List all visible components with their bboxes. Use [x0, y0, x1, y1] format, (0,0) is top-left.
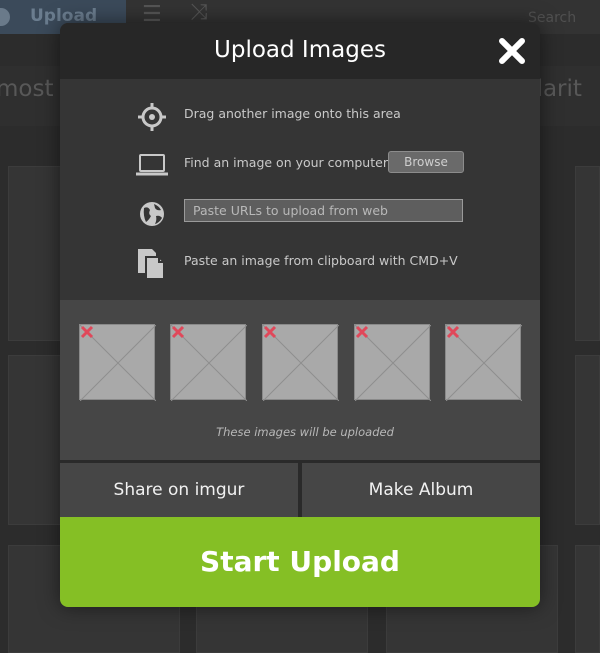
start-upload-button[interactable]: Start Upload — [60, 517, 540, 607]
image-thumbnail[interactable] — [79, 324, 156, 401]
remove-image-icon[interactable] — [446, 325, 460, 339]
remove-image-icon[interactable] — [80, 325, 94, 339]
shuffle-icon: ⤨ — [190, 0, 208, 25]
background-grid-cell — [575, 166, 600, 341]
drag-instruction: Drag another image onto this area — [184, 106, 401, 121]
upload-icon — [0, 8, 10, 26]
image-thumbnail[interactable] — [445, 324, 522, 401]
make-album-button[interactable]: Make Album — [302, 463, 540, 517]
laptop-icon — [136, 154, 168, 176]
url-input[interactable] — [184, 199, 463, 222]
background-grid-cell — [575, 545, 600, 653]
image-thumbnail[interactable] — [354, 324, 431, 401]
thumbnails-caption: These images will be uploaded — [216, 425, 394, 439]
browse-button[interactable]: Browse — [388, 151, 464, 173]
upload-modal: Upload Images Drag another image onto th… — [60, 23, 540, 607]
remove-image-icon[interactable] — [263, 325, 277, 339]
background-sort-left: most — [0, 76, 54, 102]
upload-options: Drag another image onto this area Find a… — [60, 79, 540, 300]
thumbnail-area: These images will be uploaded — [60, 300, 540, 460]
clipboard-instruction: Paste an image from clipboard with CMD+V — [184, 253, 458, 268]
close-button[interactable] — [496, 35, 528, 67]
modal-title: Upload Images — [214, 37, 386, 63]
clipboard-copy-icon — [138, 249, 165, 280]
share-on-imgur-button[interactable]: Share on imgur — [60, 463, 298, 517]
crosshair-icon — [138, 103, 166, 131]
image-thumbnail[interactable] — [262, 324, 339, 401]
action-row: Share on imgur Make Album — [60, 460, 540, 517]
remove-image-icon[interactable] — [171, 325, 185, 339]
image-thumbnail[interactable] — [170, 324, 247, 401]
background-grid-cell — [575, 355, 600, 525]
find-instruction: Find an image on your computer — [184, 155, 388, 170]
remove-image-icon[interactable] — [355, 325, 369, 339]
modal-header: Upload Images — [60, 23, 540, 79]
close-icon — [499, 38, 525, 64]
globe-icon — [140, 202, 164, 226]
